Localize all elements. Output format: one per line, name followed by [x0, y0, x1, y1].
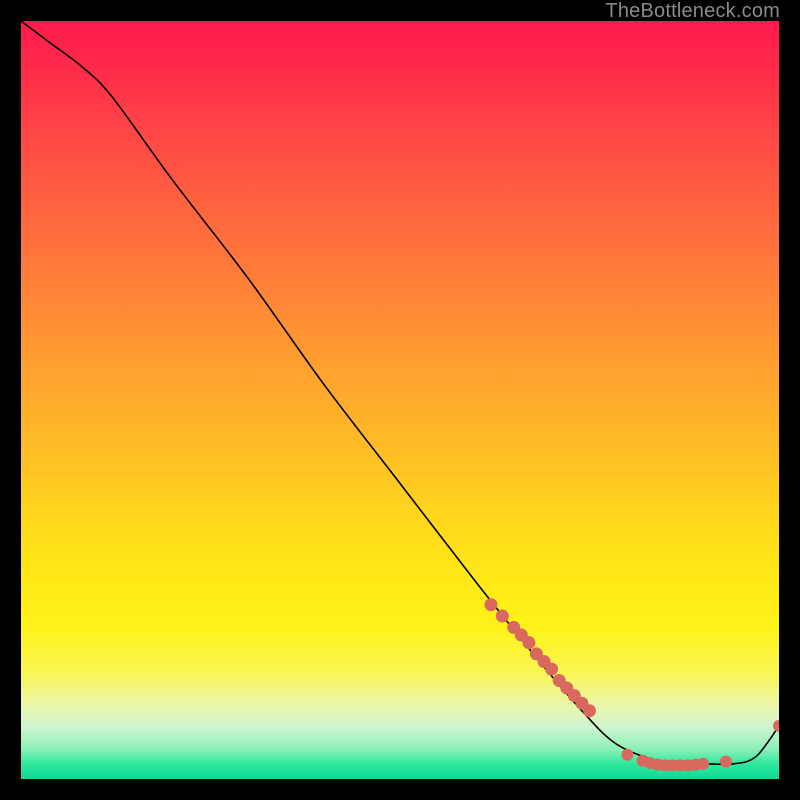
data-dot — [496, 610, 509, 623]
data-dot — [583, 704, 596, 717]
chart-svg — [21, 21, 779, 779]
data-dot — [773, 720, 779, 732]
data-dot — [720, 756, 732, 768]
data-dot — [545, 663, 558, 676]
plot-area — [21, 21, 779, 779]
data-dots — [485, 598, 780, 771]
data-dot — [522, 636, 535, 649]
chart-container: TheBottleneck.com — [0, 0, 800, 800]
data-dot — [697, 758, 709, 770]
data-dot — [485, 598, 498, 611]
bottleneck-curve — [21, 21, 779, 764]
watermark-label: TheBottleneck.com — [605, 0, 780, 23]
data-dot — [621, 749, 633, 761]
